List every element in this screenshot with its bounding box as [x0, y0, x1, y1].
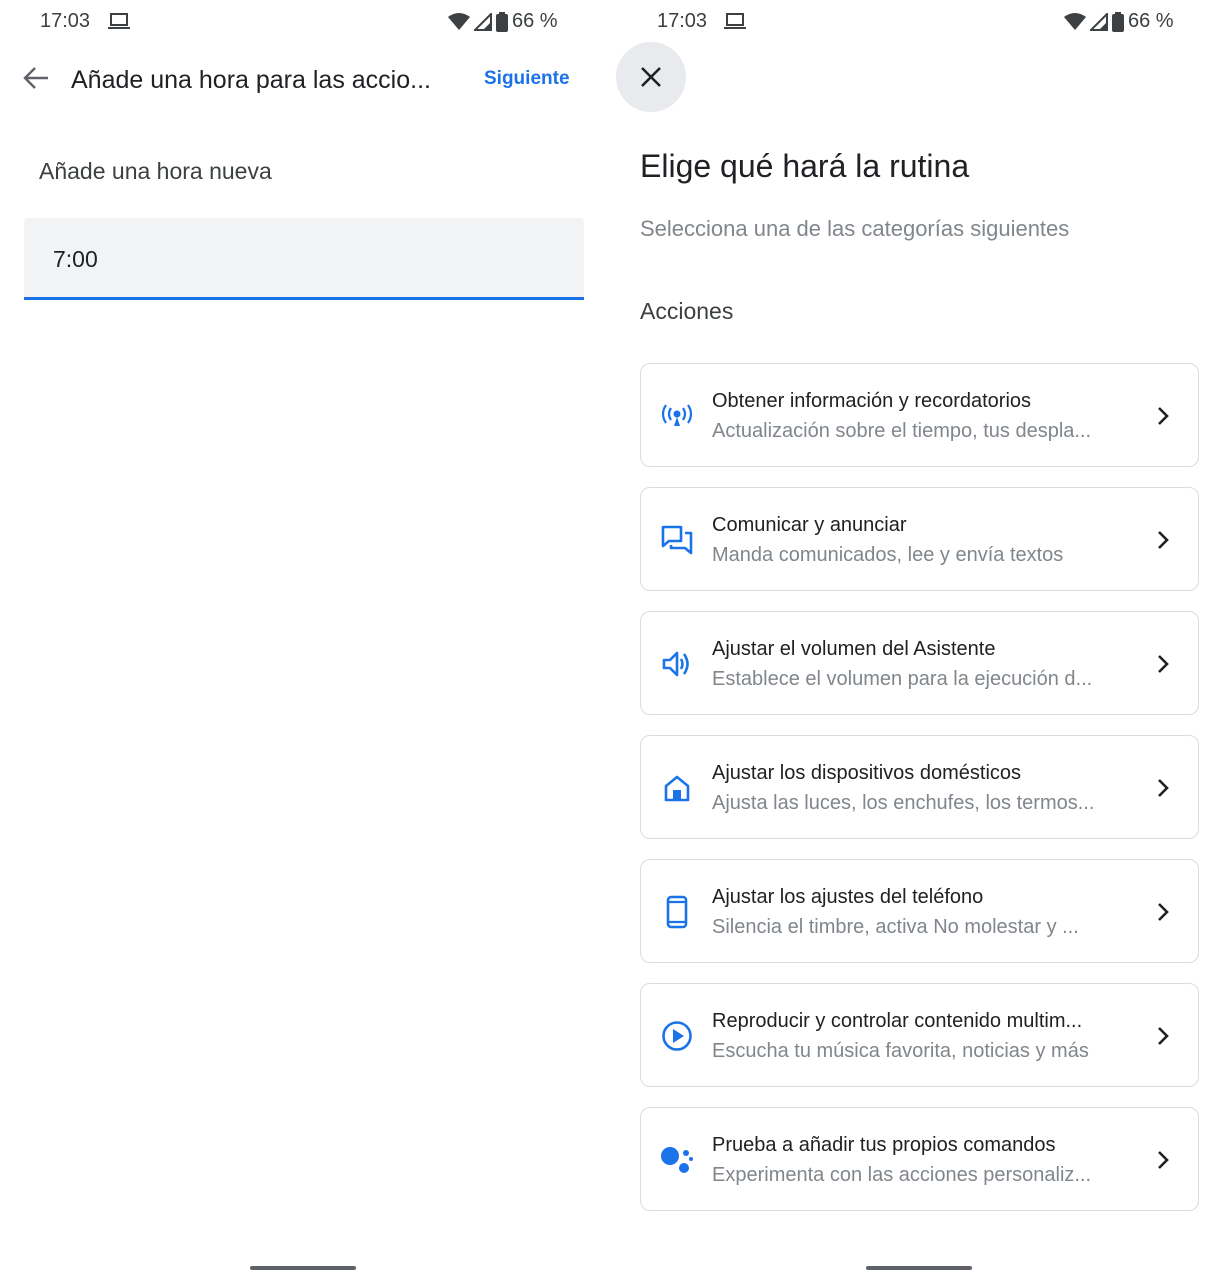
card-title: Ajustar los ajustes del teléfono — [712, 886, 984, 908]
chat-bubbles-icon — [659, 522, 695, 558]
routine-action-screen: 17:03 66 % Elige qué hará la rutina Sele… — [616, 0, 1222, 1280]
chevron-right-icon — [1158, 779, 1169, 797]
phone-icon — [659, 894, 695, 930]
chevron-right-icon — [1158, 531, 1169, 549]
page-subtitle: Selecciona una de las categorías siguien… — [640, 216, 1070, 241]
gesture-nav-handle[interactable] — [866, 1266, 972, 1270]
battery-level: 66 % — [512, 10, 558, 32]
time-picker-screen: 17:03 66 % Añade una hora para las accio… — [0, 0, 606, 1280]
toolbar-title: Añade una hora para las accio... — [71, 66, 431, 94]
battery-icon — [1112, 11, 1124, 32]
chevron-right-icon — [1158, 655, 1169, 673]
time-value: 7:00 — [53, 246, 98, 272]
card-subtitle: Silencia el timbre, activa No molestar y… — [712, 916, 1079, 938]
status-icons: 66 % — [448, 10, 558, 33]
card-title: Reproducir y controlar contenido multim.… — [712, 1010, 1083, 1032]
card-title: Prueba a añadir tus propios comandos — [712, 1134, 1056, 1156]
status-icons: 66 % — [1064, 10, 1174, 33]
broadcast-icon — [659, 398, 695, 434]
chevron-right-icon — [1158, 407, 1169, 425]
category-card-information[interactable]: Obtener información y recordatorios Actu… — [640, 363, 1199, 467]
wifi-icon — [448, 12, 470, 30]
card-subtitle: Establece el volumen para la ejecución d… — [712, 668, 1093, 690]
card-subtitle: Manda comunicados, lee y envía textos — [712, 544, 1064, 566]
card-title: Obtener información y recordatorios — [712, 390, 1032, 412]
category-card-communicate[interactable]: Comunicar y anunciar Manda comunicados, … — [640, 487, 1199, 591]
category-list: Obtener información y recordatorios Actu… — [640, 363, 1199, 1231]
category-card-custom-commands[interactable]: Prueba a añadir tus propios comandos Exp… — [640, 1107, 1199, 1211]
card-title: Ajustar el volumen del Asistente — [712, 638, 996, 660]
page-title: Elige qué hará la rutina — [640, 148, 970, 184]
category-card-home-devices[interactable]: Ajustar los dispositivos domésticos Ajus… — [640, 735, 1199, 839]
close-icon — [641, 67, 661, 87]
home-icon — [659, 770, 695, 806]
card-title: Ajustar los dispositivos domésticos — [712, 762, 1022, 784]
chevron-right-icon — [1158, 903, 1169, 921]
volume-icon — [659, 646, 695, 682]
wifi-icon — [1064, 12, 1086, 30]
next-button[interactable]: Siguiente — [484, 68, 570, 90]
category-card-phone-settings[interactable]: Ajustar los ajustes del teléfono Silenci… — [640, 859, 1199, 963]
battery-level: 66 % — [1128, 10, 1174, 32]
back-button[interactable] — [20, 62, 52, 94]
card-subtitle: Ajusta las luces, los enchufes, los term… — [712, 792, 1095, 814]
signal-icon — [474, 12, 492, 31]
card-subtitle: Experimenta con las acciones personaliz.… — [712, 1164, 1092, 1186]
battery-icon — [496, 11, 508, 32]
card-title: Comunicar y anunciar — [712, 514, 907, 536]
gesture-nav-handle[interactable] — [250, 1266, 356, 1270]
laptop-icon — [108, 13, 130, 29]
category-card-media[interactable]: Reproducir y controlar contenido multim.… — [640, 983, 1199, 1087]
chevron-right-icon — [1158, 1027, 1169, 1045]
section-heading: Acciones — [640, 298, 734, 324]
card-subtitle: Escucha tu música favorita, noticias y m… — [712, 1040, 1089, 1062]
section-label: Añade una hora nueva — [39, 158, 272, 184]
chevron-right-icon — [1158, 1151, 1169, 1169]
card-subtitle: Actualización sobre el tiempo, tus despl… — [712, 420, 1092, 442]
assistant-icon — [659, 1142, 695, 1178]
status-time: 17:03 — [657, 10, 708, 32]
category-card-volume[interactable]: Ajustar el volumen del Asistente Estable… — [640, 611, 1199, 715]
close-button[interactable] — [616, 42, 686, 112]
play-circle-icon — [659, 1018, 695, 1054]
laptop-icon — [724, 13, 746, 29]
status-time: 17:03 — [40, 10, 91, 32]
time-input-field[interactable]: 7:00 — [24, 218, 584, 300]
signal-icon — [1090, 12, 1108, 31]
arrow-back-icon — [23, 67, 48, 89]
